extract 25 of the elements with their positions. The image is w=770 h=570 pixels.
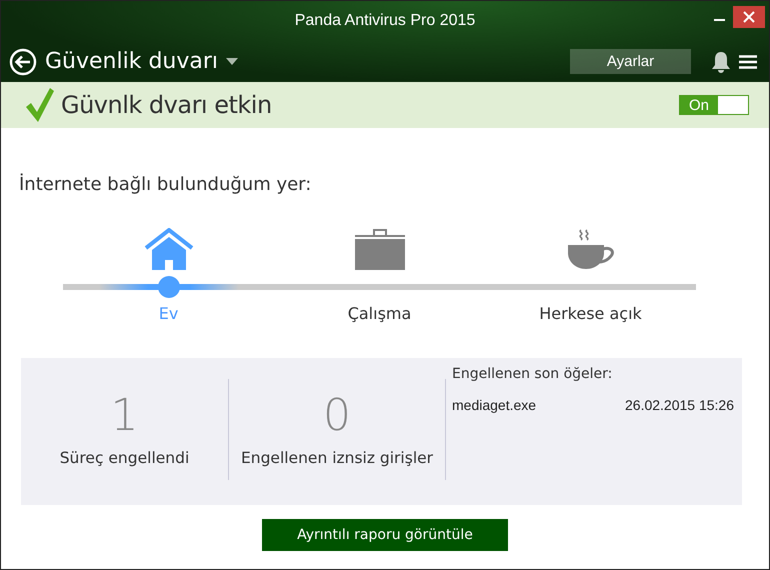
block-time: 26.02.2015 15:26 [625,397,734,413]
coffee-cup-icon[interactable] [566,228,616,270]
menu-icon[interactable] [739,54,757,68]
stat-label: Süreç engellendi [60,448,190,467]
window-title: Panda Antivirus Pro 2015 [294,12,476,30]
caret-icon[interactable] [226,58,238,66]
page-title: Güvenlik duvarı [45,49,218,74]
location-option[interactable]: Çalışma [348,304,412,323]
status-text: Güvnlk dvarı etkin [61,91,273,119]
file-name: mediaget.exe [452,397,536,413]
report-button[interactable]: Ayrıntılı raporu görüntüle [262,519,508,551]
recent-title: Engellenen son öğeler: [452,366,614,382]
close-icon[interactable] [733,6,765,28]
back-icon[interactable] [9,48,37,76]
slider-thumb[interactable] [158,276,180,298]
stat-value: 0 [323,392,351,441]
location-prompt: İnternete bağlı bulunduğum yer: [19,174,312,195]
location-option[interactable]: Herkese açık [539,304,642,323]
stat-value: 1 [110,392,138,441]
stat-label: Engellenen iznsiz girişler [240,448,434,467]
settings-button[interactable]: Ayarlar [570,49,691,74]
briefcase-icon[interactable] [354,228,404,270]
bell-icon[interactable] [711,50,731,72]
checkmark-icon [25,87,55,123]
house-icon[interactable] [144,228,194,270]
